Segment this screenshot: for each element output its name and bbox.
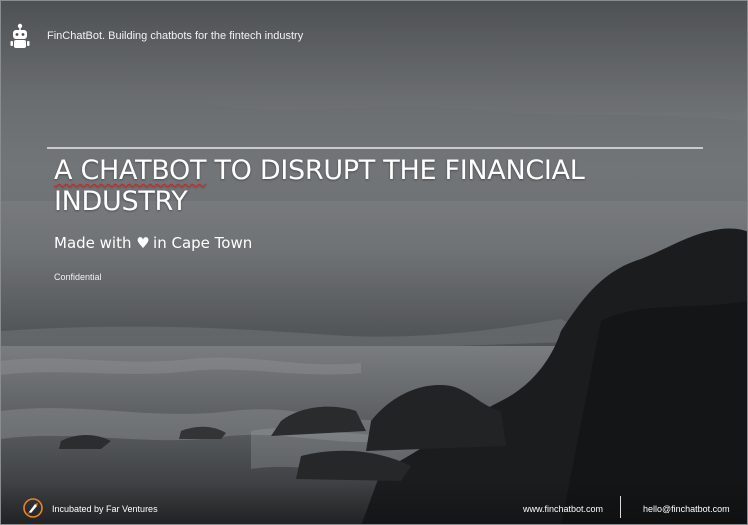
background-landscape <box>1 1 747 524</box>
title-line2: INDUSTRY <box>54 186 188 217</box>
slide-title: A CHATBOT TO DISRUPT THE FINANCIAL INDUS… <box>54 155 694 217</box>
header-tagline: FinChatBot. Building chatbots for the fi… <box>47 30 304 42</box>
incubated-by-text: Incubated by Far Ventures <box>52 504 158 514</box>
email-link[interactable]: hello@finchatbot.com <box>643 504 730 514</box>
title-line1-rest: TO DISRUPT THE FINANCIAL <box>206 155 585 186</box>
heart-icon: ♥ <box>136 234 150 252</box>
robot-icon <box>10 23 30 48</box>
website-link[interactable]: www.finchatbot.com <box>523 504 603 514</box>
title-word-chatbot: A CHATBOT <box>54 155 207 186</box>
footer <box>1 482 747 524</box>
subtitle-suffix: in Cape Town <box>153 234 253 252</box>
confidential-label: Confidential <box>54 272 102 282</box>
header: FinChatBot. Building chatbots for the fi… <box>9 23 303 49</box>
slide: FinChatBot. Building chatbots for the fi… <box>0 0 748 525</box>
subtitle-prefix: Made with <box>54 234 132 252</box>
rocket-icon <box>23 498 43 518</box>
footer-divider <box>620 496 621 518</box>
subtitle: Made with ♥ in Cape Town <box>54 234 252 252</box>
title-rule <box>47 147 703 149</box>
